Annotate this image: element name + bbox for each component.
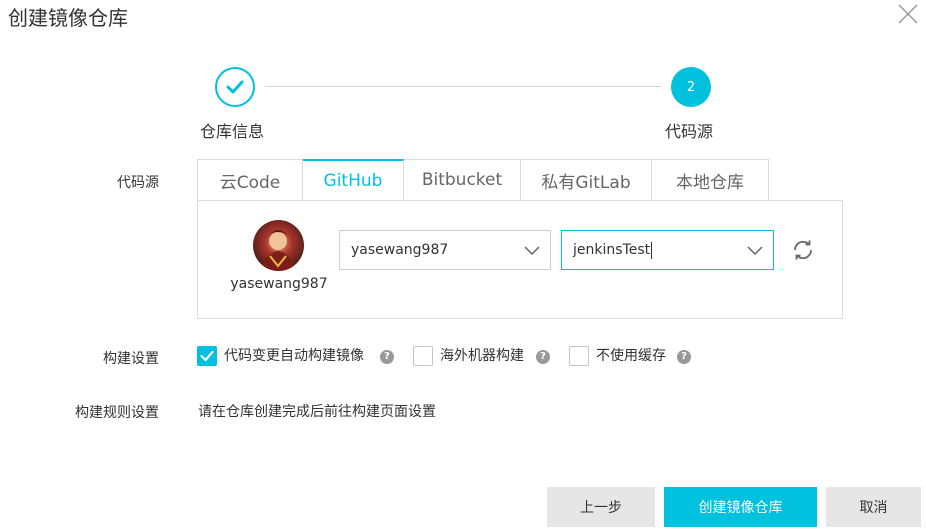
create-repo-button[interactable]: 创建镜像仓库 xyxy=(664,487,817,527)
text-cursor xyxy=(651,241,653,259)
cancel-button[interactable]: 取消 xyxy=(826,487,921,527)
question-circle-icon[interactable]: ? xyxy=(380,350,394,364)
tab-bitbucket[interactable]: Bitbucket xyxy=(404,159,521,201)
close-icon[interactable] xyxy=(896,2,920,26)
tab-local-repo[interactable]: 本地仓库 xyxy=(652,159,769,201)
github-username: yasewang987 xyxy=(230,276,328,292)
close-button[interactable] xyxy=(896,2,920,26)
repo-select-value: jenkinsTest xyxy=(573,242,651,258)
dialog-title: 创建镜像仓库 xyxy=(8,6,128,30)
no-cache-checkbox[interactable] xyxy=(569,346,589,366)
refresh-icon[interactable] xyxy=(791,238,815,262)
build-rules-hint: 请在仓库创建完成后前往构建页面设置 xyxy=(198,404,436,420)
overseas-build-label: 海外机器构建 xyxy=(440,348,524,364)
check-icon xyxy=(226,80,244,94)
auto-build-checkbox[interactable] xyxy=(197,346,217,366)
no-cache-label: 不使用缓存 xyxy=(596,348,666,364)
repo-select[interactable]: jenkinsTest xyxy=(561,230,774,270)
source-tabs: 云Code GitHub Bitbucket 私有GitLab 本地仓库 xyxy=(197,159,769,201)
tab-github[interactable]: GitHub xyxy=(303,159,404,201)
build-settings-label: 构建设置 xyxy=(103,351,159,367)
question-circle-icon[interactable]: ? xyxy=(536,350,550,364)
chevron-down-icon xyxy=(524,246,540,256)
code-source-label: 代码源 xyxy=(117,175,159,191)
prev-step-button[interactable]: 上一步 xyxy=(547,487,655,527)
check-icon xyxy=(200,350,214,362)
question-circle-icon[interactable]: ? xyxy=(677,350,691,364)
overseas-build-checkbox[interactable] xyxy=(413,346,433,366)
build-rules-label: 构建规则设置 xyxy=(75,405,159,421)
avatar xyxy=(253,220,304,271)
namespace-select[interactable]: yasewang987 xyxy=(339,230,551,270)
step-1-label: 仓库信息 xyxy=(200,122,265,141)
chevron-down-icon xyxy=(747,246,763,256)
tab-yun-code[interactable]: 云Code xyxy=(197,159,303,201)
auto-build-label: 代码变更自动构建镜像 xyxy=(224,348,364,364)
step-2-label: 代码源 xyxy=(665,122,714,141)
tab-private-gitlab[interactable]: 私有GitLab xyxy=(521,159,652,201)
step-2-circle: 2 xyxy=(671,67,711,107)
step-1-circle xyxy=(215,67,255,107)
namespace-select-value: yasewang987 xyxy=(351,242,449,258)
step-connector xyxy=(265,86,661,87)
